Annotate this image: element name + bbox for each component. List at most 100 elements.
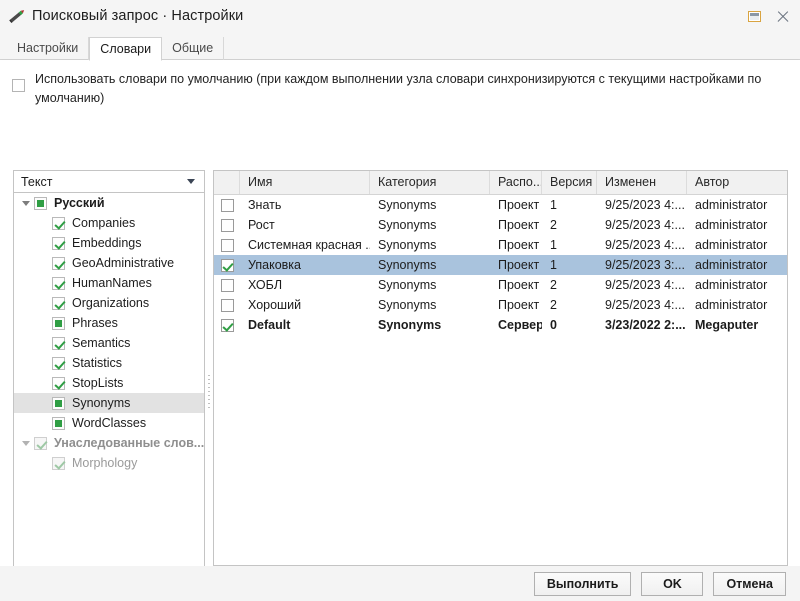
column-header[interactable]: Распо...	[490, 171, 542, 194]
table-row[interactable]: Хороший Synonyms Проект 2 9/25/2023 4:... adm…	[214, 295, 787, 315]
vertical-splitter[interactable]	[205, 170, 213, 601]
row-checkbox-cell[interactable]	[214, 278, 240, 292]
cancel-button[interactable]: Отмена	[713, 571, 786, 596]
chevron-down-icon[interactable]	[18, 433, 34, 453]
tree-checkbox-partial[interactable]	[34, 196, 47, 210]
tree-item[interactable]: Унаследованные слов...	[14, 433, 204, 453]
row-checkbox-unchecked[interactable]	[220, 218, 234, 232]
row-checkbox-unchecked[interactable]	[220, 298, 234, 312]
tree-checkbox-checked[interactable]	[34, 436, 47, 450]
tree-item[interactable]: HumanNames	[14, 273, 204, 293]
tab-3[interactable]: Общие	[162, 37, 225, 60]
cell-location: Проект	[498, 258, 540, 272]
tree-item[interactable]: StopLists	[14, 373, 204, 393]
tree-item[interactable]: Semantics	[14, 333, 204, 353]
tree-item[interactable]: Statistics	[14, 353, 204, 373]
row-checkbox-unchecked[interactable]	[220, 238, 234, 252]
tree-checkbox-checked[interactable]	[52, 216, 65, 230]
column-header[interactable]	[214, 171, 240, 194]
language-select-value: Текст	[21, 174, 53, 189]
tab-1[interactable]: Настройки	[6, 37, 90, 60]
tree-item[interactable]: Phrases	[14, 313, 204, 333]
cell-version: 2	[550, 278, 557, 292]
tree-checkbox-partial[interactable]	[52, 316, 65, 330]
tree-item-label: WordClasses	[72, 416, 147, 430]
cell-version: 1	[550, 258, 557, 272]
chevron-down-icon[interactable]	[18, 193, 34, 213]
cell-author: administrator	[695, 278, 768, 292]
table-row[interactable]: Системная красная ... Synonyms Проект 1 9/25…	[214, 235, 787, 255]
dictionary-table[interactable]: Имя Категория Распо... Версия Изменен Автор З…	[213, 170, 788, 566]
table-row[interactable]: Рост Synonyms Проект 2 9/25/2023 4:... admini…	[214, 215, 787, 235]
use-default-dictionaries-checkbox[interactable]	[12, 79, 25, 92]
tree-item-label: Русский	[54, 196, 105, 210]
tree-checkbox-partial[interactable]	[52, 416, 65, 430]
column-header-label: Имя	[248, 175, 273, 189]
close-button[interactable]	[768, 3, 796, 29]
tree-item[interactable]: Русский	[14, 193, 204, 213]
row-checkbox-cell[interactable]	[214, 298, 240, 312]
column-header[interactable]: Категория	[370, 171, 490, 194]
tree-item[interactable]: Embeddings	[14, 233, 204, 253]
cell-version: 2	[550, 218, 557, 232]
tree-item[interactable]: Synonyms	[14, 393, 204, 413]
tree-checkbox-checked[interactable]	[52, 236, 65, 250]
execute-button[interactable]: Выполнить	[533, 571, 632, 596]
tree-checkbox-checked[interactable]	[52, 296, 65, 310]
tab-2[interactable]: Словари	[89, 37, 163, 61]
dialog-footer: Выполнить OK Отмена	[0, 566, 800, 601]
column-header[interactable]: Версия	[542, 171, 597, 194]
tree-item-label: Companies	[72, 216, 136, 230]
tree-item[interactable]: Organizations	[14, 293, 204, 313]
ok-button[interactable]: OK	[641, 571, 704, 596]
cell-modified: 3/23/2022 2:...	[605, 318, 686, 332]
tree-checkbox-checked[interactable]	[52, 336, 65, 350]
tree-checkbox-checked[interactable]	[52, 356, 65, 370]
cell-location: Сервер	[498, 318, 542, 332]
cell-category: Synonyms	[378, 198, 437, 212]
maximize-button[interactable]	[740, 3, 768, 29]
tree-item[interactable]: GeoAdministrative	[14, 253, 204, 273]
table-row[interactable]: ХОБЛ Synonyms Проект 2 9/25/2023 4:... admini…	[214, 275, 787, 295]
row-checkbox-cell[interactable]	[214, 318, 240, 332]
tree-checkbox-checked[interactable]	[52, 456, 65, 470]
tree-checkbox-checked[interactable]	[52, 276, 65, 290]
column-header[interactable]: Имя	[240, 171, 370, 194]
table-row[interactable]: Упаковка Synonyms Проект 1 9/25/2023 3:... ad…	[214, 255, 787, 275]
column-header-label: Изменен	[605, 175, 657, 189]
window-controls	[740, 0, 796, 32]
language-select[interactable]: Текст	[13, 170, 205, 193]
dialog-body: Использовать словари по умолчанию (при к…	[0, 60, 800, 601]
row-checkbox-checked[interactable]	[220, 318, 234, 332]
table-row[interactable]: Знать Synonyms Проект 1 9/25/2023 4:... admin…	[214, 195, 787, 215]
cell-category: Synonyms	[378, 218, 437, 232]
use-default-dictionaries-row[interactable]: Использовать словари по умолчанию (при к…	[12, 70, 782, 108]
row-checkbox-checked[interactable]	[220, 258, 234, 272]
cell-version: 1	[550, 198, 557, 212]
row-checkbox-unchecked[interactable]	[220, 278, 234, 292]
title-bar: Поисковый запрос · Настройки	[0, 0, 800, 32]
tree-item[interactable]: Morphology	[14, 453, 204, 473]
row-checkbox-unchecked[interactable]	[220, 198, 234, 212]
dictionary-tree[interactable]: Русский Companies Embeddings GeoAdministrat…	[13, 193, 205, 601]
table-row[interactable]: Default Synonyms Сервер 0 3/23/2022 2:... Meg…	[214, 315, 787, 335]
chevron-down-icon	[187, 179, 195, 184]
tree-item[interactable]: WordClasses	[14, 413, 204, 433]
row-checkbox-cell[interactable]	[214, 238, 240, 252]
tree-item[interactable]: Companies	[14, 213, 204, 233]
cell-category: Synonyms	[378, 278, 437, 292]
cell-author: administrator	[695, 198, 768, 212]
row-checkbox-cell[interactable]	[214, 198, 240, 212]
row-checkbox-cell[interactable]	[214, 258, 240, 272]
cell-name: Default	[248, 318, 291, 332]
column-header[interactable]: Автор	[687, 171, 787, 194]
tree-checkbox-checked[interactable]	[52, 376, 65, 390]
row-checkbox-cell[interactable]	[214, 218, 240, 232]
column-header[interactable]: Изменен	[597, 171, 687, 194]
tree-checkbox-checked[interactable]	[52, 256, 65, 270]
tree-checkbox-partial[interactable]	[52, 396, 65, 410]
